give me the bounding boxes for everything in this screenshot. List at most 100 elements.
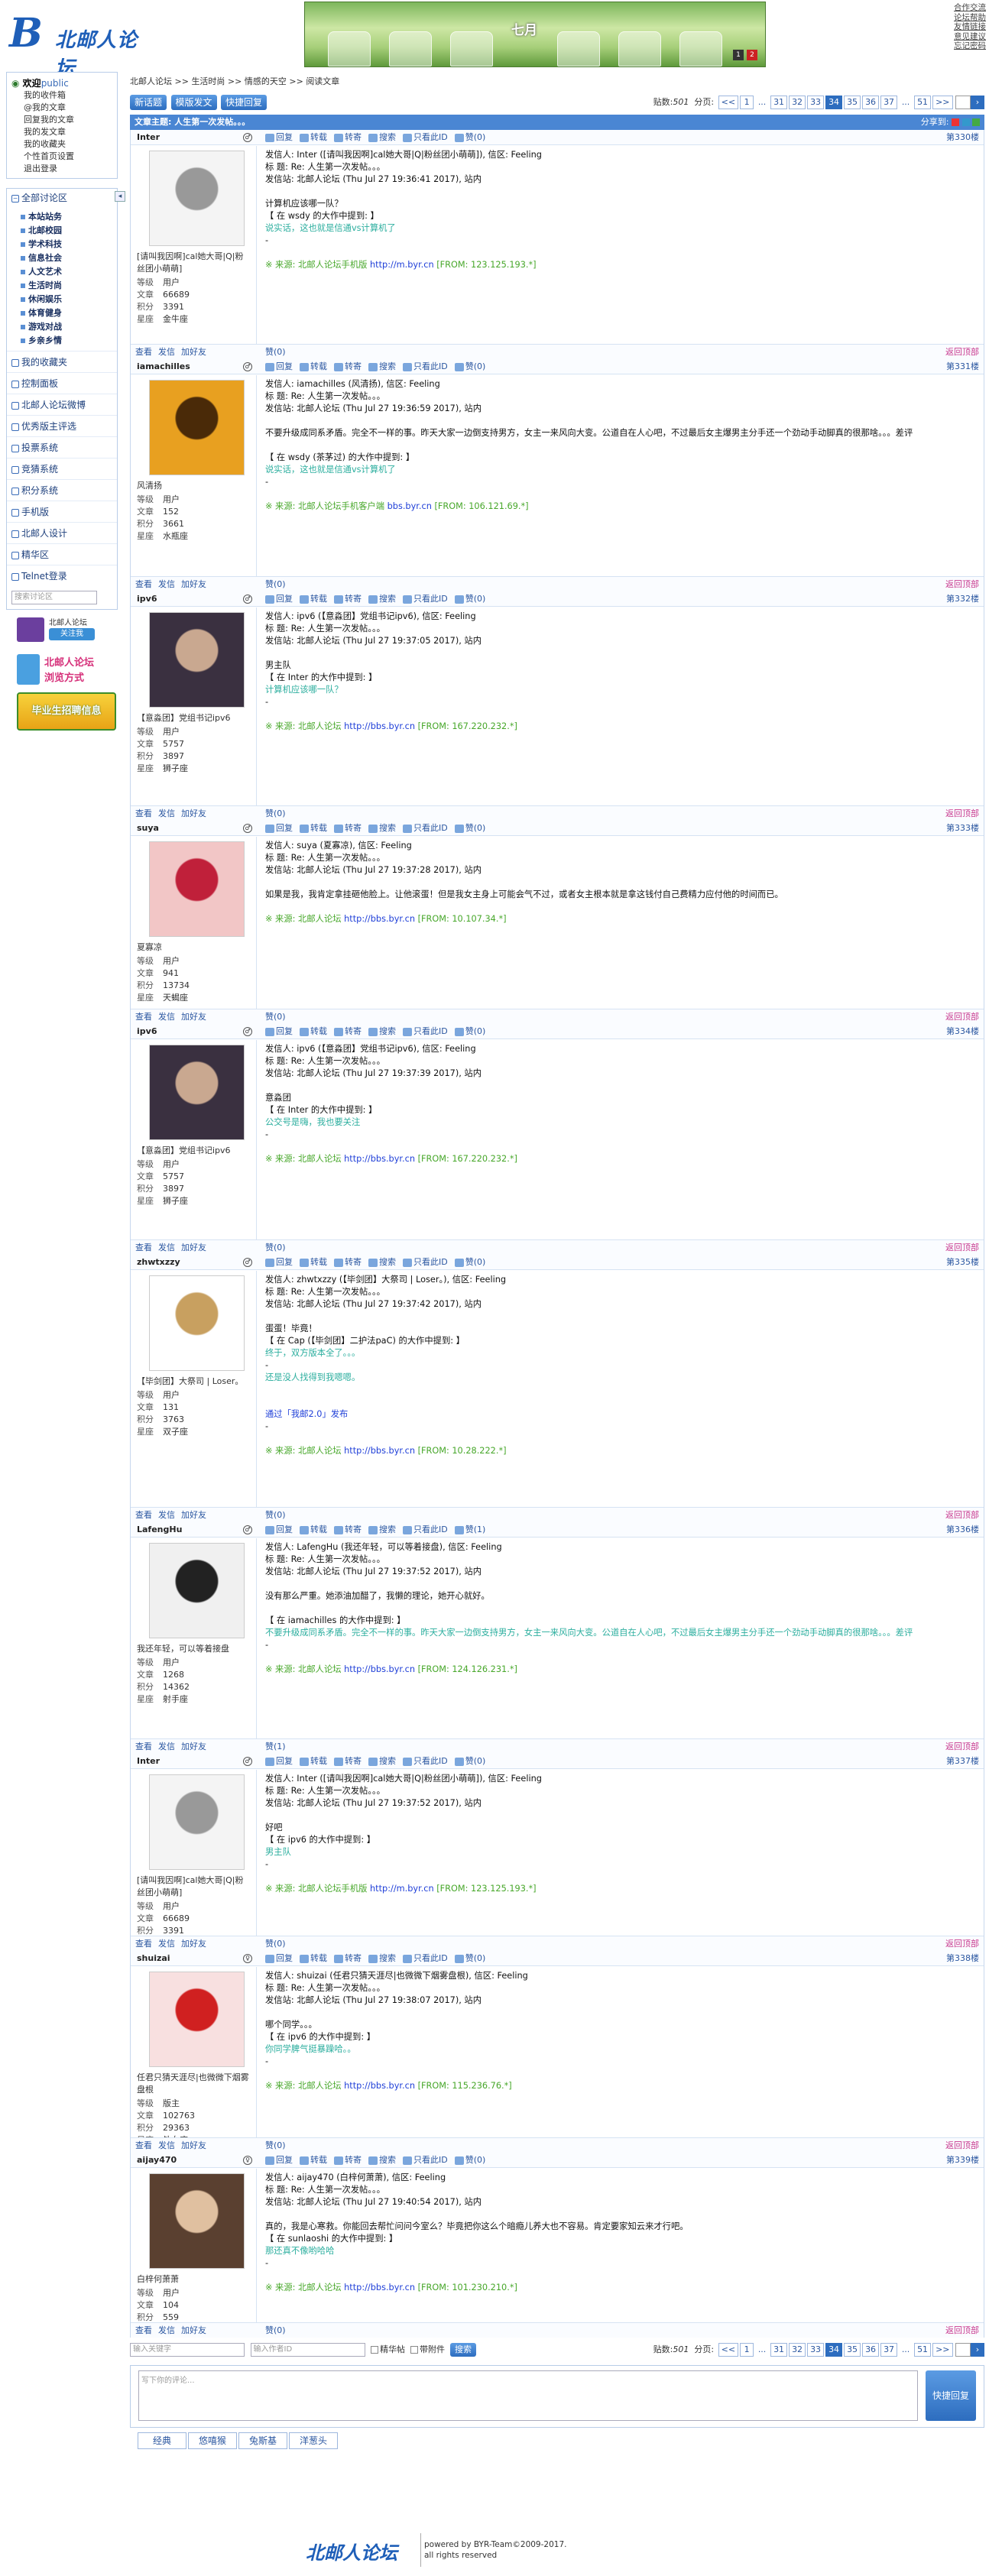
link-home-settings[interactable]: 个性首页设置	[11, 151, 112, 163]
link-reply-me[interactable]: 回复我的文章	[11, 114, 112, 126]
banner-page-2[interactable]: 2	[747, 50, 757, 60]
back-to-top-link[interactable]: 返回顶部	[945, 2138, 979, 2153]
like-button[interactable]: 赞(0)	[454, 594, 485, 604]
post-author[interactable]: Inter	[137, 130, 160, 145]
forward-button[interactable]: 转寄	[334, 361, 362, 371]
floor-link[interactable]: 第334楼	[946, 1024, 979, 1039]
forward-button[interactable]: 转寄	[334, 823, 362, 833]
search-button[interactable]: 搜索	[368, 361, 396, 371]
back-to-top-link[interactable]: 返回顶部	[945, 806, 979, 821]
back-to-top-link[interactable]: 返回顶部	[945, 1508, 979, 1523]
quick-reply-submit-button[interactable]: 快捷回复	[926, 2370, 976, 2421]
post-author[interactable]: Inter	[137, 1754, 160, 1769]
page-link[interactable]: 33	[807, 2343, 825, 2357]
forward-button[interactable]: 转寄	[334, 1525, 362, 1534]
add-friend-button[interactable]: 加好友	[181, 2325, 206, 2335]
back-to-top-link[interactable]: 返回顶部	[945, 2323, 979, 2338]
page-jump-input[interactable]	[955, 96, 971, 109]
search-button[interactable]: 搜索	[368, 2155, 396, 2165]
page-first[interactable]: <<	[718, 2343, 739, 2357]
reply-button[interactable]: 回复	[265, 1756, 293, 1766]
message-button[interactable]: 发信	[158, 1510, 175, 1520]
post-author[interactable]: ipv6	[137, 591, 157, 607]
like-button[interactable]: 赞(1)	[454, 1525, 485, 1534]
add-friend-button[interactable]: 加好友	[181, 1012, 206, 1022]
add-friend-button[interactable]: 加好友	[181, 347, 206, 357]
source-link[interactable]: http://bbs.byr.cn	[344, 2283, 415, 2292]
add-friend-button[interactable]: 加好友	[181, 1510, 206, 1520]
floor-link[interactable]: 第330楼	[946, 130, 979, 145]
message-button[interactable]: 发信	[158, 1012, 175, 1022]
floor-link[interactable]: 第337楼	[946, 1754, 979, 1769]
nav-weibo[interactable]: 北邮人论坛微博	[7, 394, 117, 415]
link-favorites[interactable]: 我的收藏夹	[11, 138, 112, 151]
elite-checkbox[interactable]	[371, 2346, 378, 2354]
like-button[interactable]: 赞(0)	[454, 1756, 485, 1766]
source-link[interactable]: http://m.byr.cn	[370, 260, 434, 270]
view-button[interactable]: 查看	[135, 347, 152, 357]
page-link[interactable]: 1	[740, 96, 754, 109]
page-link[interactable]: 32	[789, 2343, 806, 2357]
share-weibo-icon[interactable]	[952, 118, 959, 126]
page-jump-input[interactable]	[955, 2343, 971, 2357]
floor-link[interactable]: 第339楼	[946, 2153, 979, 2168]
post-author[interactable]: ipv6	[137, 1024, 157, 1039]
link-at-me[interactable]: @我的文章	[11, 102, 112, 114]
new-topic-button[interactable]: 新话题	[130, 95, 167, 110]
page-link[interactable]: 36	[862, 2343, 880, 2357]
avatar[interactable]	[149, 1045, 245, 1140]
search-button[interactable]: 搜索	[450, 2343, 476, 2357]
back-to-top-link[interactable]: 返回顶部	[945, 577, 979, 592]
banner-page-1[interactable]: 1	[733, 50, 744, 60]
repost-button[interactable]: 转载	[300, 1525, 327, 1534]
footer-like-button[interactable]: 赞(0)	[265, 577, 286, 592]
top-link-help[interactable]: 论坛帮助	[954, 13, 986, 22]
only-this-id-button[interactable]: 只看此ID	[403, 823, 448, 833]
only-this-id-button[interactable]: 只看此ID	[403, 1525, 448, 1534]
like-button[interactable]: 赞(0)	[454, 2155, 485, 2165]
keyword-search-input[interactable]: 输入关键字	[130, 2343, 245, 2357]
view-button[interactable]: 查看	[135, 2325, 152, 2335]
nav-telnet[interactable]: Telnet登录	[7, 565, 117, 586]
section-item[interactable]: 休闲娱乐	[21, 293, 117, 306]
share-qzone-icon[interactable]	[961, 118, 970, 126]
reply-button[interactable]: 回复	[265, 1953, 293, 1963]
forward-button[interactable]: 转寄	[334, 1257, 362, 1267]
site-logo[interactable]: B 北邮人论坛	[9, 11, 154, 81]
source-link[interactable]: http://bbs.byr.cn	[344, 721, 415, 731]
top-banner[interactable]: 七月 1 2	[304, 2, 766, 67]
page-link[interactable]: 37	[880, 2343, 898, 2357]
view-button[interactable]: 查看	[135, 579, 152, 589]
post-author[interactable]: iamachilles	[137, 359, 190, 374]
floor-link[interactable]: 第338楼	[946, 1951, 979, 1966]
post-author[interactable]: suya	[137, 821, 159, 836]
avatar[interactable]	[149, 1275, 245, 1371]
page-link[interactable]: 32	[789, 96, 806, 109]
section-item[interactable]: 体育健身	[21, 306, 117, 320]
section-item[interactable]: 学术科技	[21, 238, 117, 251]
floor-link[interactable]: 第335楼	[946, 1255, 979, 1270]
repost-button[interactable]: 转载	[300, 1953, 327, 1963]
reply-button[interactable]: 回复	[265, 1026, 293, 1036]
only-this-id-button[interactable]: 只看此ID	[403, 1756, 448, 1766]
crumb-home[interactable]: 北邮人论坛	[130, 76, 172, 86]
nav-design[interactable]: 北邮人设计	[7, 522, 117, 543]
avatar[interactable]	[149, 151, 245, 246]
reply-button[interactable]: 回复	[265, 823, 293, 833]
source-link[interactable]: http://m.byr.cn	[370, 1884, 434, 1894]
footer-like-button[interactable]: 赞(0)	[265, 806, 286, 821]
promo-weibo[interactable]: 北邮人论坛 关注我	[17, 614, 116, 645]
reply-button[interactable]: 回复	[265, 594, 293, 604]
link-inbox[interactable]: 我的收件箱	[11, 89, 112, 102]
only-this-id-button[interactable]: 只看此ID	[403, 1953, 448, 1963]
footer-like-button[interactable]: 赞(0)	[265, 2323, 286, 2338]
section-item[interactable]: 本站站务	[21, 210, 117, 224]
view-button[interactable]: 查看	[135, 1510, 152, 1520]
section-item[interactable]: 北邮校园	[21, 224, 117, 238]
back-to-top-link[interactable]: 返回顶部	[945, 1936, 979, 1952]
message-button[interactable]: 发信	[158, 579, 175, 589]
only-this-id-button[interactable]: 只看此ID	[403, 2155, 448, 2165]
page-link[interactable]: 51	[914, 96, 932, 109]
search-button[interactable]: 搜索	[368, 1756, 396, 1766]
message-button[interactable]: 发信	[158, 1742, 175, 1751]
